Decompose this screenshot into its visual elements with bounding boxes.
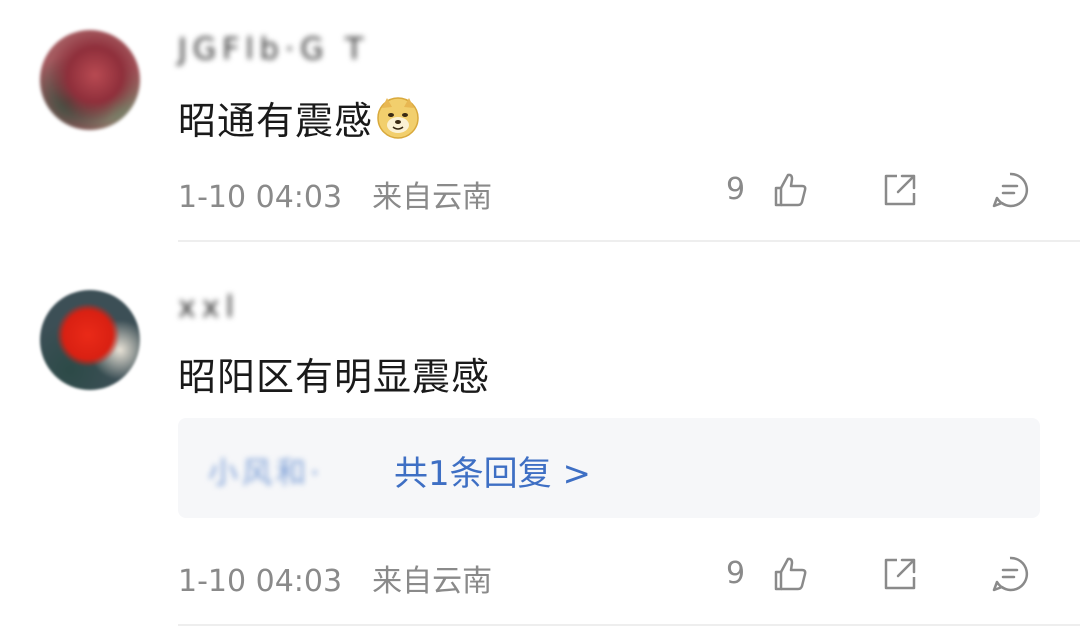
share-icon[interactable] xyxy=(880,554,920,594)
thumbs-up-icon[interactable] xyxy=(770,554,810,594)
divider xyxy=(178,624,1080,626)
like-count: 9 xyxy=(726,556,746,591)
comment-meta: 1-10 04:03 来自云南 xyxy=(178,556,492,600)
divider xyxy=(178,240,1080,242)
avatar[interactable] xyxy=(40,30,140,130)
comment-icon[interactable] xyxy=(990,170,1030,210)
timestamp: 1-10 04:03 xyxy=(178,180,343,215)
comment-meta: 1-10 04:03 来自云南 xyxy=(178,172,492,216)
location: 来自云南 xyxy=(372,180,493,215)
share-icon[interactable] xyxy=(880,170,920,210)
comment-icon[interactable] xyxy=(990,554,1030,594)
like-count: 9 xyxy=(726,172,746,207)
thumbs-up-icon[interactable] xyxy=(770,170,810,210)
view-replies-link[interactable]: 共1条回复 > xyxy=(394,446,591,495)
timestamp: 1-10 04:03 xyxy=(178,564,343,599)
reply-preview-name[interactable]: 小风和· xyxy=(208,448,324,492)
comment-text: 昭阳区有明显震感 xyxy=(178,355,491,399)
avatar[interactable] xyxy=(40,290,140,390)
username[interactable]: JGFlb·G T xyxy=(178,32,369,67)
doge-emoji-icon xyxy=(377,97,419,139)
comment-text-body: 昭通有震感 xyxy=(178,99,374,143)
location: 来自云南 xyxy=(372,564,493,599)
username[interactable]: xxl xyxy=(178,290,240,325)
reply-preview-box[interactable]: 小风和· 共1条回复 > xyxy=(178,418,1040,518)
comment-text: 昭通有震感 xyxy=(178,90,421,145)
